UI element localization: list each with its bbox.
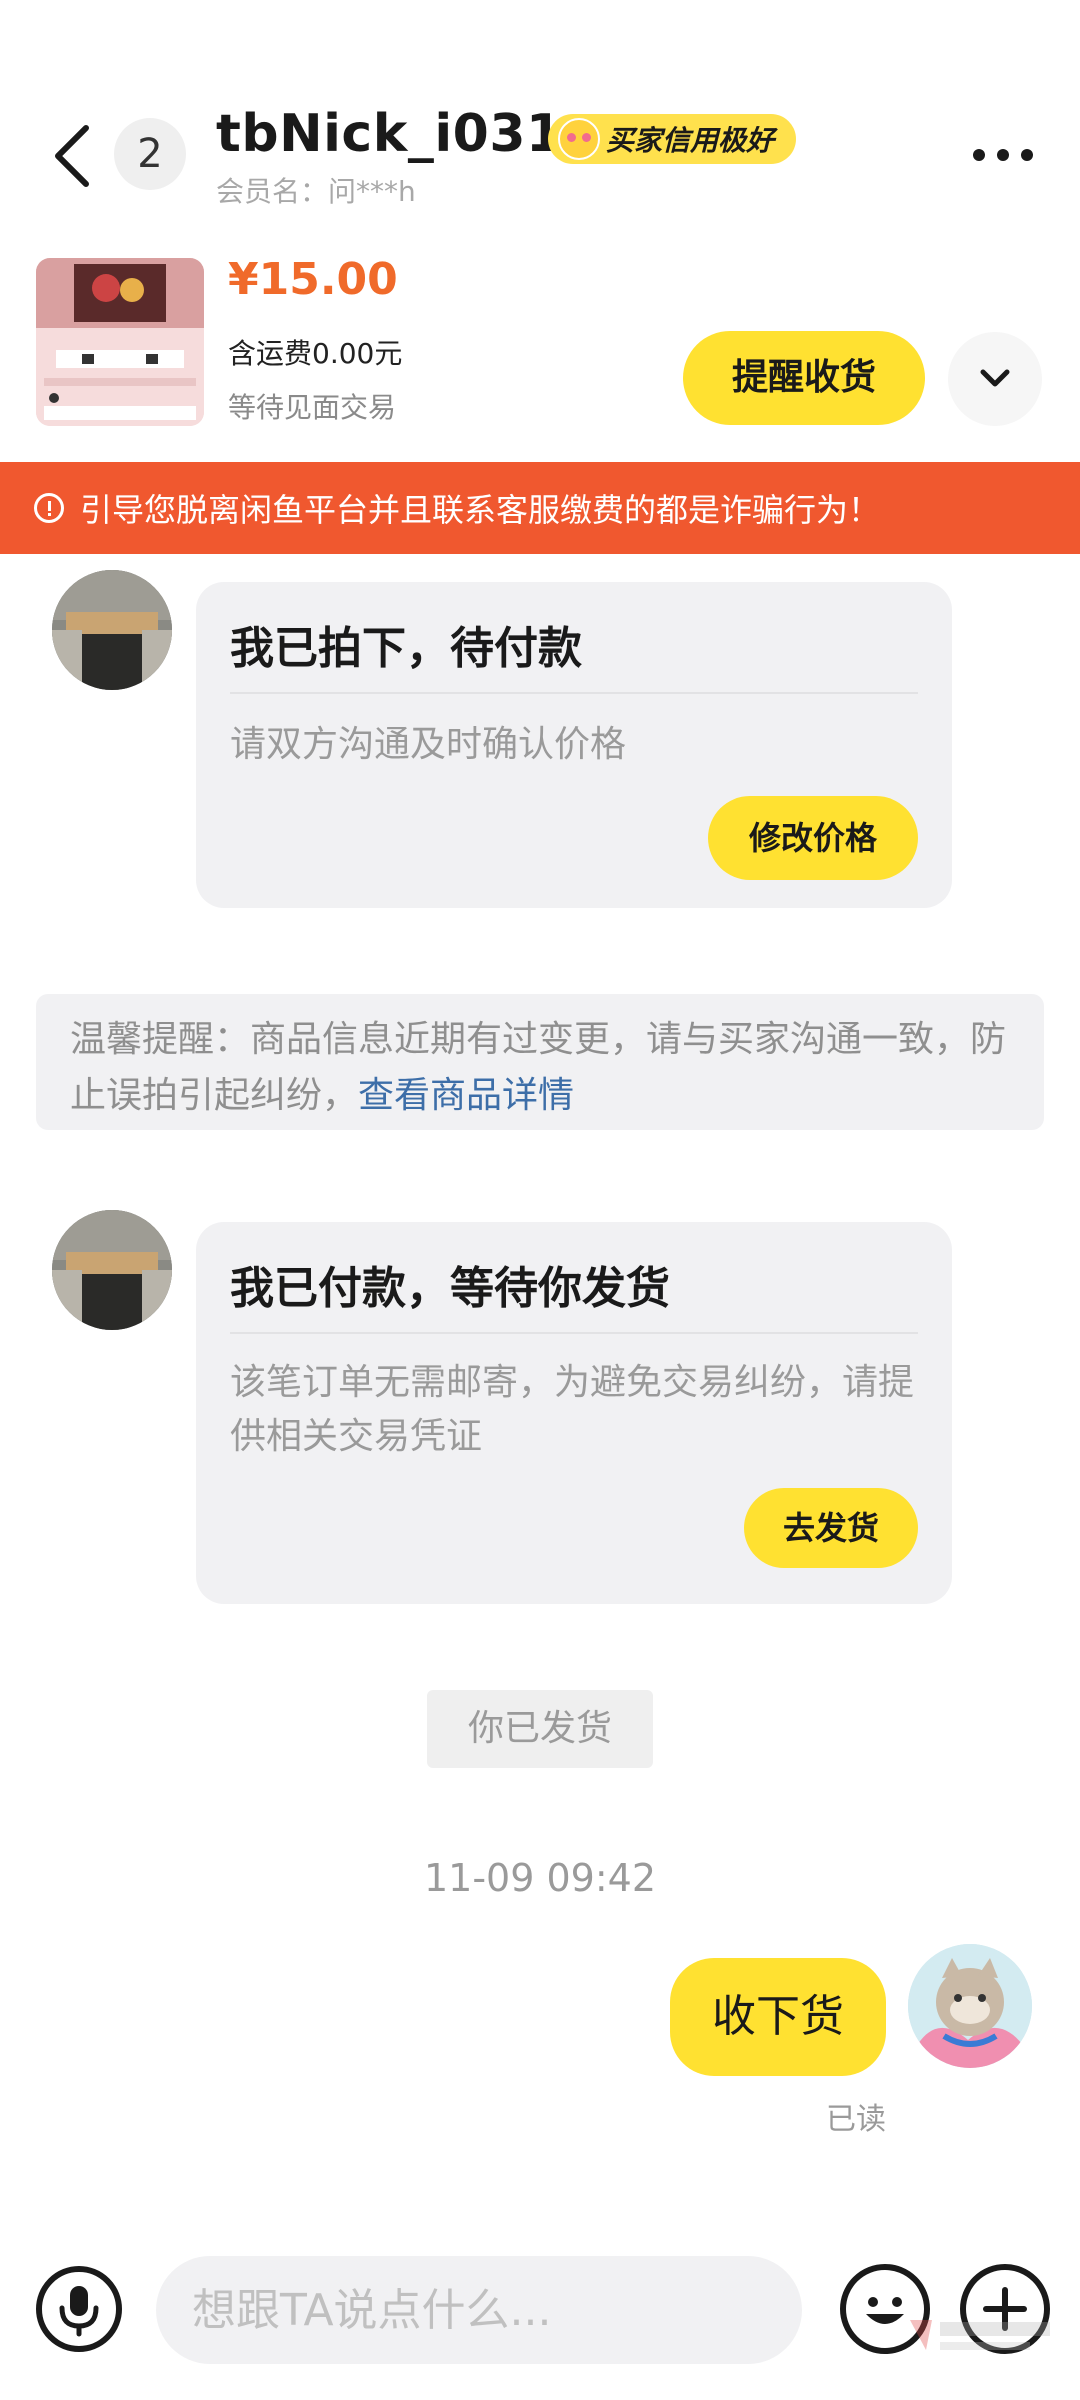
message-input[interactable] [156, 2256, 802, 2364]
chat-partner-nickname[interactable]: tbNick_i031r [216, 104, 589, 164]
product-price: ¥15.00 [228, 254, 398, 305]
credit-badge-label: 买家信用极好 [606, 124, 775, 157]
chevron-down-icon [979, 368, 1011, 394]
order-card-pending-payment: 我已拍下，待付款 请双方沟通及时确认价格 修改价格 [196, 582, 952, 908]
order-card-awaiting-shipment: 我已付款，等待你发货 该笔订单无需邮寄，为避免交易纠纷，请提供相关交易凭证 去发… [196, 1222, 952, 1604]
card-divider [230, 692, 918, 694]
notice-box: 温馨提醒：商品信息近期有过变更，请与买家沟通一致，防止误拍引起纠纷，查看商品详情 [36, 994, 1044, 1130]
credit-face-icon [558, 118, 600, 160]
back-icon[interactable] [46, 120, 106, 192]
product-thumbnail[interactable] [36, 258, 204, 426]
modify-price-button[interactable]: 修改价格 [708, 796, 918, 880]
credit-badge: 买家信用极好 [548, 114, 797, 164]
card-title: 我已拍下，待付款 [230, 623, 582, 674]
system-shipped-message: 你已发货 [427, 1690, 653, 1768]
view-product-details-link[interactable]: 查看商品详情 [358, 1075, 574, 1116]
card-divider [230, 1332, 918, 1334]
voice-input-button[interactable] [36, 2266, 122, 2352]
buyer-avatar[interactable] [52, 570, 172, 690]
read-receipt: 已读 [826, 2102, 886, 2137]
order-status: 等待见面交易 [228, 391, 397, 424]
unread-count-badge[interactable]: 2 [114, 118, 186, 190]
watermark-logo [904, 2310, 1064, 2360]
alert-icon [34, 493, 64, 523]
shipping-fee: 含运费0.00元 [228, 337, 403, 370]
card-title: 我已付款，等待你发货 [230, 1263, 670, 1314]
my-avatar[interactable] [908, 1944, 1032, 2068]
go-ship-button[interactable]: 去发货 [744, 1488, 918, 1568]
buyer-avatar[interactable] [52, 1210, 172, 1330]
card-body: 该笔订单无需邮寄，为避免交易纠纷，请提供相关交易凭证 [230, 1362, 915, 1457]
microphone-icon [42, 2272, 116, 2350]
card-body: 请双方沟通及时确认价格 [230, 724, 627, 765]
message-timestamp: 11-09 09:42 [423, 1856, 656, 1900]
expand-button[interactable] [948, 332, 1042, 426]
fraud-warning-text: 引导您脱离闲鱼平台并且联系客服缴费的都是诈骗行为！ [80, 491, 881, 529]
remind-receipt-button[interactable]: 提醒收货 [683, 331, 925, 425]
my-message-bubble[interactable]: 收下货 [670, 1958, 886, 2076]
fraud-warning-banner: 引导您脱离闲鱼平台并且联系客服缴费的都是诈骗行为！ [0, 462, 1080, 554]
more-icon[interactable] [970, 140, 1036, 170]
member-name: 会员名：问***h [216, 175, 416, 208]
